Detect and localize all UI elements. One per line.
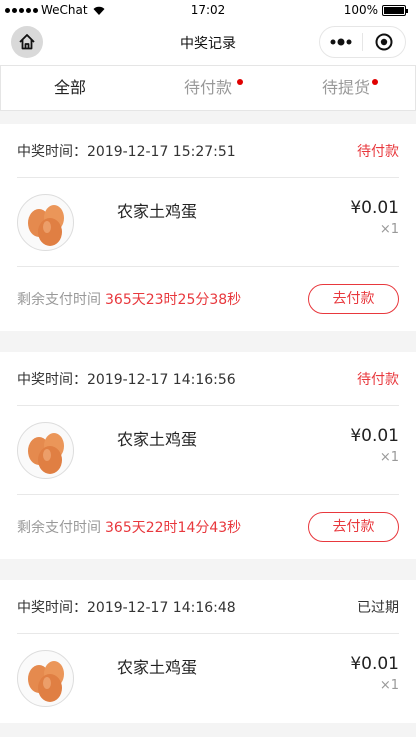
remaining-time-label: 剩余支付时间	[17, 520, 101, 536]
product-quantity: ×1	[379, 450, 399, 465]
order-card: 中奖时间：2019-12-17 14:16:56 待付款 农家土鸡蛋 ¥0.01…	[0, 352, 416, 559]
order-footer: 剩余支付时间 365天23时25分38秒 去付款	[17, 267, 399, 331]
win-time-label: 中奖时间：	[17, 143, 87, 160]
tab-pending-pickup[interactable]: 待提货	[277, 66, 415, 110]
win-time-value: 2019-12-17 14:16:56	[87, 371, 236, 388]
close-button[interactable]	[363, 27, 405, 57]
tab-all[interactable]: 全部	[1, 66, 139, 110]
battery-icon	[382, 4, 408, 16]
win-time-label: 中奖时间：	[17, 599, 87, 616]
pay-button[interactable]: 去付款	[308, 512, 399, 542]
countdown: 365天23时25分38秒	[105, 292, 242, 308]
win-time-value: 2019-12-17 15:27:51	[87, 143, 236, 160]
product-quantity: ×1	[379, 222, 399, 237]
more-button[interactable]	[320, 27, 362, 57]
status-bar: WeChat 17:02 100%	[0, 0, 416, 20]
order-item[interactable]: 农家土鸡蛋 ¥0.01 ×1	[17, 406, 399, 495]
order-card: 中奖时间：2019-12-17 14:16:48 已过期 农家土鸡蛋 ¥0.01…	[0, 580, 416, 723]
product-name: 农家土鸡蛋	[117, 202, 198, 221]
order-header: 中奖时间：2019-12-17 15:27:51 待付款	[17, 124, 399, 178]
order-card: 中奖时间：2019-12-17 15:27:51 待付款 农家土鸡蛋 ¥0.01…	[0, 124, 416, 331]
win-time-value: 2019-12-17 14:16:48	[87, 599, 236, 616]
status-badge: 待付款	[357, 371, 399, 388]
order-footer: 剩余支付时间 365天22时14分43秒 去付款	[17, 495, 399, 559]
egg-thumbnail	[17, 650, 74, 707]
order-item[interactable]: 农家土鸡蛋 ¥0.01 ×1	[17, 634, 399, 723]
remaining-time: 剩余支付时间 365天22时14分43秒	[17, 517, 241, 537]
egg-image	[28, 433, 64, 474]
target-close-icon	[375, 33, 393, 51]
more-dots-icon	[330, 38, 352, 46]
order-header: 中奖时间：2019-12-17 14:16:48 已过期	[17, 580, 399, 634]
product-price: ¥0.01	[350, 198, 399, 218]
status-badge: 已过期	[357, 599, 399, 616]
mini-program-capsule	[319, 26, 406, 58]
egg-image	[28, 205, 64, 246]
tab-pending-payment[interactable]: 待付款	[139, 66, 277, 110]
badge-dot	[237, 79, 243, 85]
nav-bar: 中奖记录	[0, 20, 416, 65]
egg-image	[28, 661, 64, 702]
win-time: 中奖时间：2019-12-17 15:27:51	[17, 141, 236, 161]
tab-label: 待提货	[321, 78, 370, 97]
win-time-label: 中奖时间：	[17, 371, 87, 388]
product-quantity: ×1	[379, 678, 399, 693]
win-time: 中奖时间：2019-12-17 14:16:48	[17, 597, 236, 617]
egg-thumbnail	[17, 194, 74, 251]
order-list: 中奖时间：2019-12-17 15:27:51 待付款 农家土鸡蛋 ¥0.01…	[0, 124, 416, 737]
battery-percent: 100%	[343, 3, 378, 17]
remaining-time: 剩余支付时间 365天23时25分38秒	[17, 289, 241, 309]
order-item[interactable]: 农家土鸡蛋 ¥0.01 ×1	[17, 178, 399, 267]
tab-bar: 全部 待付款 待提货	[0, 65, 416, 111]
product-price: ¥0.01	[350, 654, 399, 674]
pay-button[interactable]: 去付款	[308, 284, 399, 314]
product-name: 农家土鸡蛋	[117, 658, 198, 677]
product-name: 农家土鸡蛋	[117, 430, 198, 449]
tab-label: 待付款	[183, 78, 232, 97]
product-price: ¥0.01	[350, 426, 399, 446]
win-time: 中奖时间：2019-12-17 14:16:56	[17, 369, 236, 389]
tab-label: 全部	[53, 78, 86, 97]
order-header: 中奖时间：2019-12-17 14:16:56 待付款	[17, 352, 399, 406]
countdown: 365天22时14分43秒	[105, 520, 242, 536]
remaining-time-label: 剩余支付时间	[17, 292, 101, 308]
battery-area: 100%	[343, 3, 408, 17]
status-badge: 待付款	[357, 143, 399, 160]
egg-thumbnail	[17, 422, 74, 479]
badge-dot	[372, 79, 378, 85]
